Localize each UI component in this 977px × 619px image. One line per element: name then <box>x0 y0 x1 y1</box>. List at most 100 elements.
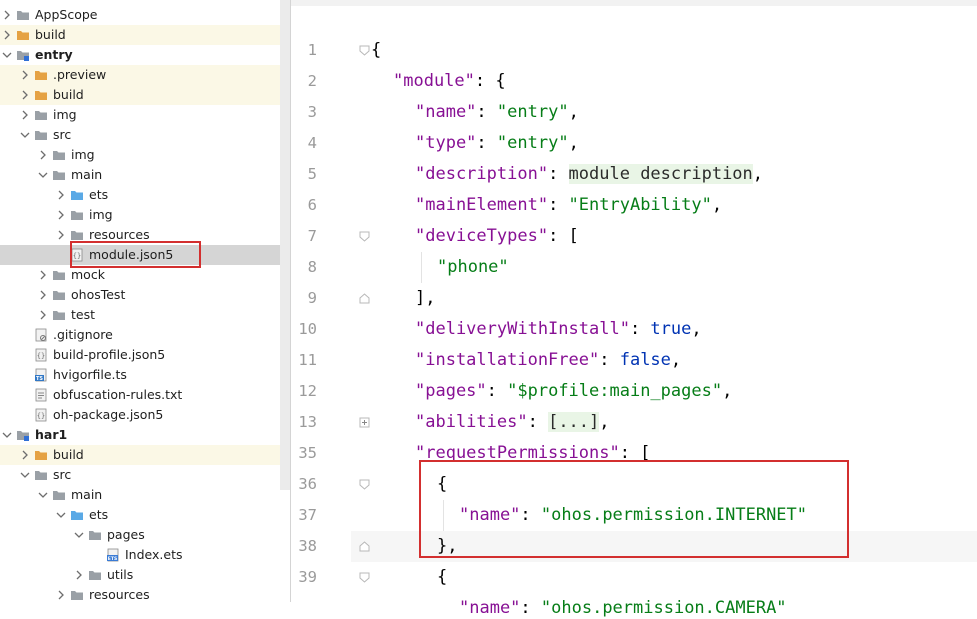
line-number: 35 <box>298 444 317 462</box>
chevron-right-icon[interactable] <box>56 190 66 200</box>
code-token: false <box>619 350 671 370</box>
tree-item-build[interactable]: build <box>0 445 280 465</box>
tree-item-main[interactable]: main <box>0 165 280 185</box>
tree-item-gitignore[interactable]: .gitignore <box>0 325 280 345</box>
tree-item-pages[interactable]: pages <box>0 525 280 545</box>
chevron-down-icon[interactable] <box>38 170 48 180</box>
chevron-right-icon[interactable] <box>38 150 48 160</box>
tree-item-src[interactable]: src <box>0 125 280 145</box>
code-token: "phone" <box>437 257 509 277</box>
tree-item-main[interactable]: main <box>0 485 280 505</box>
folder-icon <box>34 88 48 102</box>
code-line[interactable]: "description": module description, <box>415 163 763 185</box>
fold-collapse-icon[interactable] <box>359 572 370 583</box>
code-token: "description" <box>415 164 549 184</box>
tree-item-obfuscation-rules-txt[interactable]: obfuscation-rules.txt <box>0 385 280 405</box>
tree-item-ets[interactable]: ets <box>0 505 280 525</box>
code-line[interactable]: "module": { <box>393 70 506 92</box>
tree-item-src[interactable]: src <box>0 465 280 485</box>
tree-item-label: mock <box>71 267 105 282</box>
tree-item-mock[interactable]: mock <box>0 265 280 285</box>
tree-item-oh-package-json5[interactable]: {} oh-package.json5 <box>0 405 280 425</box>
line-number: 9 <box>307 289 317 307</box>
code-token: , <box>722 381 733 401</box>
tree-item-utils[interactable]: utils <box>0 565 280 585</box>
tree-item-img[interactable]: img <box>0 105 280 125</box>
folder-icon <box>52 148 66 162</box>
tree-item-label: test <box>71 307 96 322</box>
code-line[interactable]: "mainElement": "EntryAbility", <box>415 194 722 216</box>
folder-icon <box>70 228 84 242</box>
code-line[interactable]: "phone" <box>437 256 509 278</box>
code-line[interactable]: "pages": "$profile:main_pages", <box>415 380 732 402</box>
chevron-right-icon[interactable] <box>20 450 30 460</box>
code-line[interactable]: "deliveryWithInstall": true, <box>415 318 702 340</box>
code-line[interactable]: "type": "entry", <box>415 132 579 154</box>
chevron-right-icon[interactable] <box>56 210 66 220</box>
code-token: "installationFree" <box>415 350 600 370</box>
chevron-down-icon[interactable] <box>2 50 12 60</box>
code-line[interactable]: "installationFree": false, <box>415 349 681 371</box>
chevron-right-icon[interactable] <box>74 570 84 580</box>
chevron-down-icon[interactable] <box>20 130 30 140</box>
code-line[interactable]: "abilities": [...], <box>415 411 610 433</box>
tree-item-build-profile-json5[interactable]: {} build-profile.json5 <box>0 345 280 365</box>
chevron-down-icon[interactable] <box>38 490 48 500</box>
tree-item-appscope[interactable]: AppScope <box>0 5 280 25</box>
code-line[interactable]: "deviceTypes": [ <box>415 225 579 247</box>
chevron-right-icon[interactable] <box>20 110 30 120</box>
chevron-down-icon[interactable] <box>74 530 84 540</box>
code-line[interactable]: "name": "ohos.permission.CAMERA" <box>459 597 787 619</box>
tree-item-entry[interactable]: entry <box>0 45 280 65</box>
code-line[interactable]: { <box>371 39 381 61</box>
file-icon: ETS <box>106 548 120 562</box>
tree-item-test[interactable]: test <box>0 305 280 325</box>
fold-collapse-icon[interactable] <box>359 231 370 242</box>
tree-item-ets[interactable]: ets <box>0 185 280 205</box>
svg-text:{}: {} <box>37 412 45 420</box>
file-icon: TS <box>34 368 48 382</box>
tree-item-preview[interactable]: .preview <box>0 65 280 85</box>
code-line[interactable]: ], <box>415 287 435 309</box>
fold-collapse-icon[interactable] <box>359 45 370 56</box>
tree-item-label: hvigorfile.ts <box>53 367 127 382</box>
chevron-down-icon[interactable] <box>2 430 12 440</box>
chevron-right-icon[interactable] <box>2 10 12 20</box>
chevron-down-icon[interactable] <box>56 510 66 520</box>
tree-item-build[interactable]: build <box>0 85 280 105</box>
chevron-right-icon[interactable] <box>56 230 66 240</box>
tree-item-index-ets[interactable]: ETS Index.ets <box>0 545 280 565</box>
chevron-right-icon[interactable] <box>56 590 66 600</box>
tree-item-label: build <box>53 87 84 102</box>
tree-item-label: har1 <box>35 427 68 442</box>
project-tree-scrollbar[interactable] <box>280 0 290 490</box>
tree-item-label: pages <box>107 527 145 542</box>
code-token: , <box>711 195 723 215</box>
code-token: : <box>486 381 508 401</box>
tree-item-resources[interactable]: resources <box>0 585 280 602</box>
code-token: : <box>548 164 569 184</box>
chevron-right-icon[interactable] <box>20 90 30 100</box>
tree-item-img[interactable]: img <box>0 205 280 225</box>
fold-expand-icon[interactable] <box>359 417 370 428</box>
tree-item-build[interactable]: build <box>0 25 280 45</box>
chevron-right-icon[interactable] <box>38 310 48 320</box>
tree-item-ohostest[interactable]: ohosTest <box>0 285 280 305</box>
chevron-right-icon[interactable] <box>38 290 48 300</box>
tree-item-har1[interactable]: har1 <box>0 425 280 445</box>
chevron-right-icon[interactable] <box>2 30 12 40</box>
file-icon: {} <box>34 408 48 422</box>
fold-collapse-icon[interactable] <box>359 541 370 552</box>
code-line[interactable]: "name": "entry", <box>415 101 579 123</box>
code-line[interactable]: { <box>437 566 447 588</box>
file-icon <box>34 328 48 342</box>
fold-collapse-icon[interactable] <box>359 293 370 304</box>
chevron-right-icon[interactable] <box>20 70 30 80</box>
tree-item-img[interactable]: img <box>0 145 280 165</box>
fold-collapse-icon[interactable] <box>359 479 370 490</box>
tree-item-hvigorfile-ts[interactable]: TS hvigorfile.ts <box>0 365 280 385</box>
tree-item-label: obfuscation-rules.txt <box>53 387 183 402</box>
chevron-down-icon[interactable] <box>20 470 30 480</box>
code-token: { <box>437 567 448 587</box>
chevron-right-icon[interactable] <box>38 270 48 280</box>
